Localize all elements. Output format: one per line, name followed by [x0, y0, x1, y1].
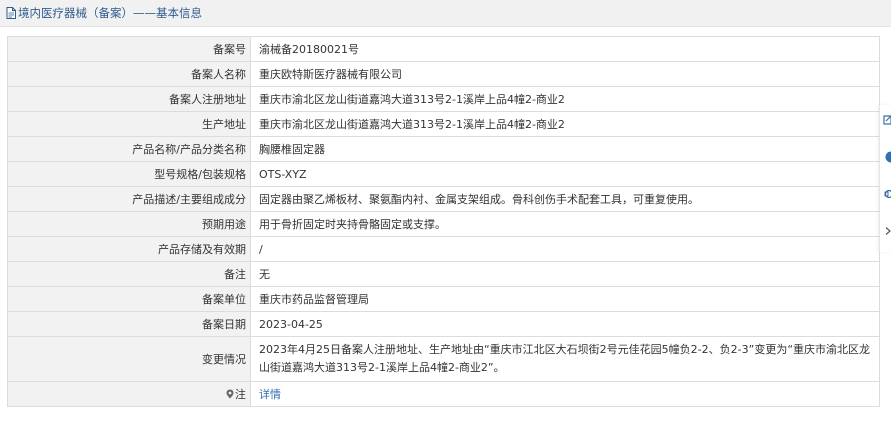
- row-value: 重庆欧特斯医疗器械有限公司: [250, 61, 880, 87]
- row-value: 2023-04-25: [250, 311, 880, 337]
- row-label: 产品存储及有效期: [7, 236, 251, 262]
- table-row: 变更情况 2023年4月25日备案人注册地址、生产地址由“重庆市江北区大石坝街2…: [7, 336, 880, 382]
- row-label: 变更情况: [7, 336, 251, 382]
- edit-button[interactable]: [883, 114, 891, 128]
- row-label: 备案人名称: [7, 61, 251, 87]
- table-row: 产品存储及有效期 /: [7, 236, 880, 262]
- table-row: 预期用途 用于骨折固定时夹持骨骼固定或支撑。: [7, 211, 880, 237]
- table-row: 备案人名称 重庆欧特斯医疗器械有限公司: [7, 61, 880, 87]
- table-row: 产品名称/产品分类名称 胸腰椎固定器: [7, 136, 880, 162]
- row-value: 2023年4月25日备案人注册地址、生产地址由“重庆市江北区大石坝街2号元佳花园…: [250, 336, 880, 382]
- collapse-button[interactable]: [883, 225, 891, 239]
- collapse-icon: [885, 227, 891, 235]
- table-row: 产品描述/主要组成成分 固定器由聚乙烯板材、聚氨酯内衬、金属支架组成。骨科创伤手…: [7, 186, 880, 212]
- row-value: OTS-XYZ: [250, 161, 880, 187]
- table-row: 备案日期 2023-04-25: [7, 311, 880, 337]
- table-row: 生产地址 重庆市渝北区龙山街道嘉鸿大道313号2-1溪岸上品4幢2-商业2: [7, 111, 880, 137]
- share-button[interactable]: [883, 188, 891, 202]
- row-value: 固定器由聚乙烯板材、聚氨酯内衬、金属支架组成。骨科创伤手术配套工具，可重复使用。: [250, 186, 880, 212]
- document-icon: [6, 7, 16, 19]
- row-value: 无: [250, 261, 880, 287]
- table-row: 备注 无: [7, 261, 880, 287]
- help-button[interactable]: [883, 151, 891, 165]
- floating-sidebar: [879, 105, 891, 252]
- table-row: 型号规格/包装规格 OTS-XYZ: [7, 161, 880, 187]
- row-label: 备案日期: [7, 311, 251, 337]
- edit-icon: [883, 115, 891, 125]
- table-row: 备案人注册地址 重庆市渝北区龙山街道嘉鸿大道313号2-1溪岸上品4幢2-商业2: [7, 86, 880, 112]
- row-label: 备案人注册地址: [7, 86, 251, 112]
- table-row: 备案号 渝械备20180021号: [7, 36, 880, 62]
- row-value: 胸腰椎固定器: [250, 136, 880, 162]
- row-value: 重庆市药品监督管理局: [250, 286, 880, 312]
- page-title-text: 境内医疗器械（备案）——基本信息: [18, 6, 202, 20]
- row-value: 重庆市渝北区龙山街道嘉鸿大道313号2-1溪岸上品4幢2-商业2: [250, 86, 880, 112]
- row-label: 型号规格/包装规格: [7, 161, 251, 187]
- row-label: 产品名称/产品分类名称: [7, 136, 251, 162]
- note-value: 详情: [250, 381, 880, 407]
- row-value: 渝械备20180021号: [250, 36, 880, 62]
- pin-icon: [226, 389, 234, 398]
- note-row: 注 详情: [7, 381, 880, 407]
- page-title: 境内医疗器械（备案）——基本信息: [6, 5, 202, 21]
- row-label: 备注: [7, 261, 251, 287]
- help-icon: [885, 151, 891, 163]
- row-label: 备案单位: [7, 286, 251, 312]
- basic-info-table: 备案号 渝械备20180021号 备案人名称 重庆欧特斯医疗器械有限公司 备案人…: [7, 36, 880, 407]
- table-row: 备案单位 重庆市药品监督管理局: [7, 286, 880, 312]
- header-bar: 境内医疗器械（备案）——基本信息: [0, 0, 891, 27]
- row-value: 重庆市渝北区龙山街道嘉鸿大道313号2-1溪岸上品4幢2-商业2: [250, 111, 880, 137]
- note-label-text: 注: [235, 387, 246, 401]
- row-value: 用于骨折固定时夹持骨骼固定或支撑。: [250, 211, 880, 237]
- row-label: 生产地址: [7, 111, 251, 137]
- row-label: 产品描述/主要组成成分: [7, 186, 251, 212]
- note-label: 注: [7, 381, 251, 407]
- row-value: /: [250, 236, 880, 262]
- share-icon: [884, 189, 891, 199]
- details-link[interactable]: 详情: [259, 388, 281, 401]
- row-label: 预期用途: [7, 211, 251, 237]
- row-label: 备案号: [7, 36, 251, 62]
